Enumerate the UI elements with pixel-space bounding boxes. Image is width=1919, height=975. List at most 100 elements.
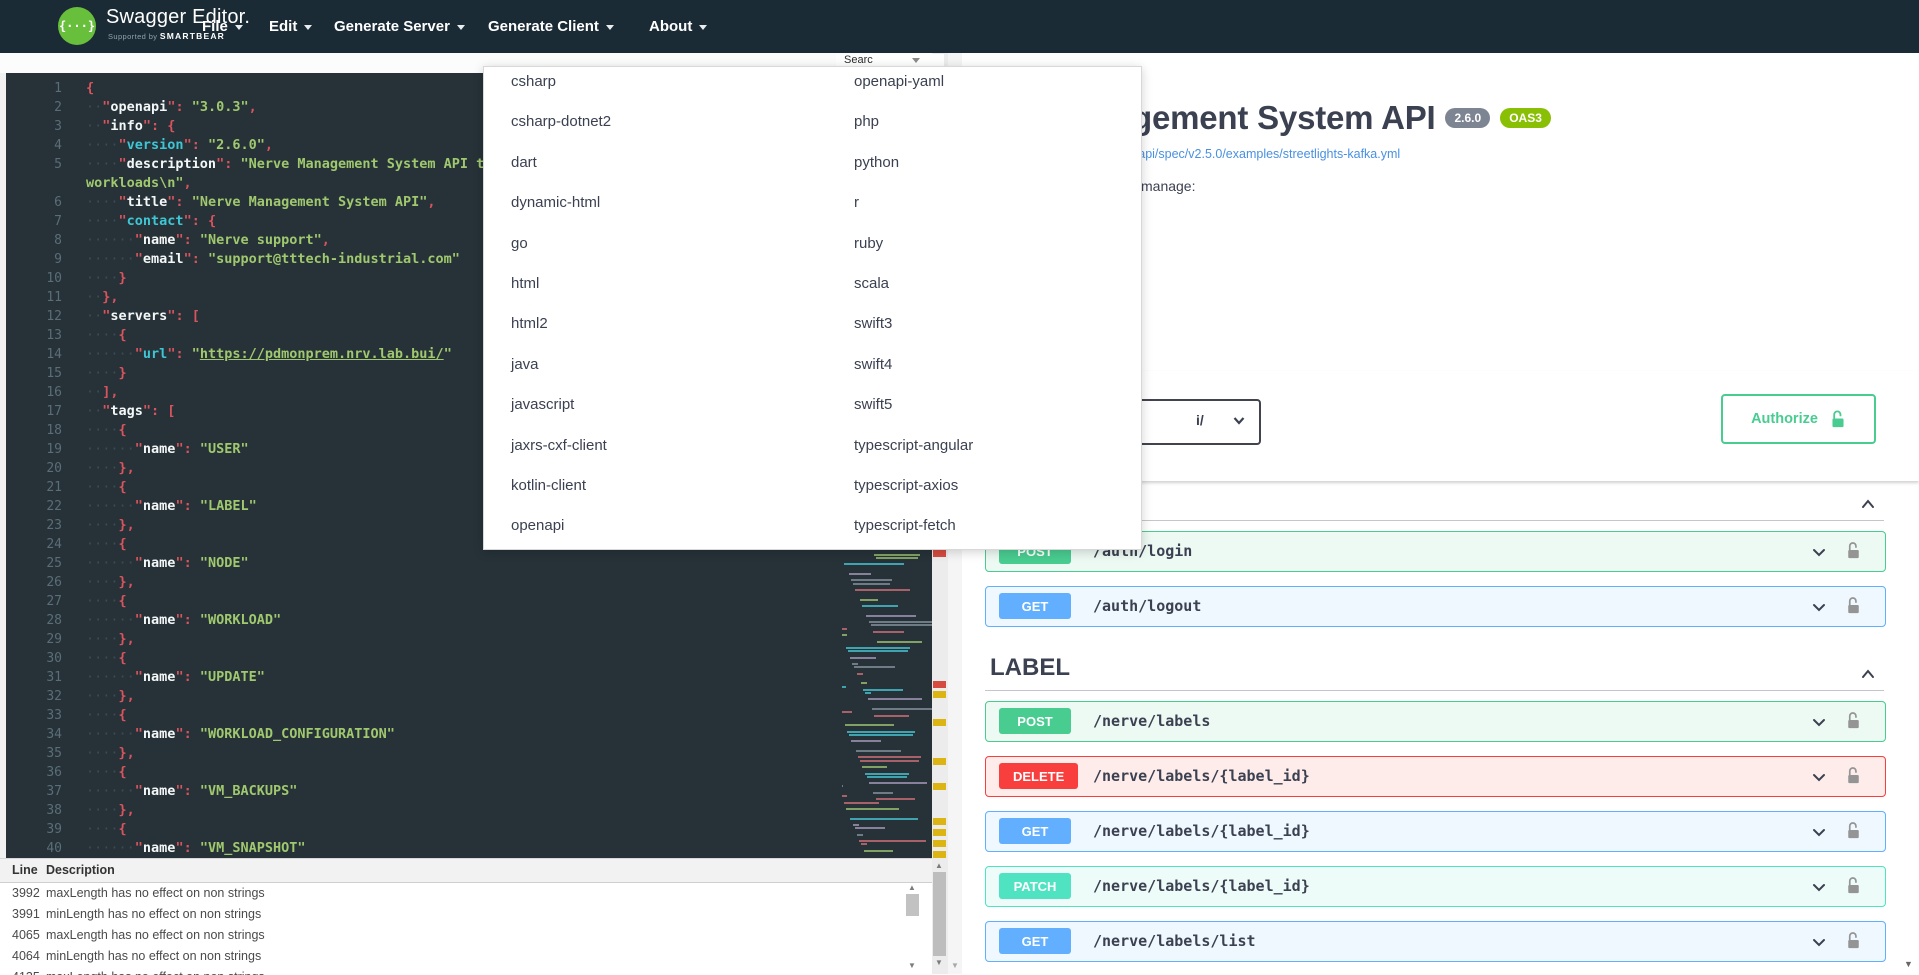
operation-row[interactable]: PATCH/nerve/labels/{label_id} xyxy=(985,866,1886,907)
code-line[interactable]: ····{ xyxy=(86,763,127,782)
menu-item-openapi[interactable]: openapi xyxy=(511,506,811,546)
operation-row[interactable]: POST/nerve/labels xyxy=(985,701,1886,742)
menu-item-r[interactable]: r xyxy=(854,183,1154,223)
menu-about[interactable]: About xyxy=(649,0,707,53)
chevron-down-icon[interactable] xyxy=(1809,712,1829,732)
warning-marker[interactable] xyxy=(933,691,946,698)
menu-item-kotlin-client[interactable]: kotlin-client xyxy=(511,466,811,506)
chevron-down-icon[interactable] xyxy=(1809,767,1829,787)
code-line[interactable]: ····{ xyxy=(86,478,127,497)
error-scrollbar-thumb[interactable] xyxy=(906,894,919,916)
code-line[interactable]: ····{ xyxy=(86,535,127,554)
code-line[interactable]: ··}, xyxy=(86,288,119,307)
warning-marker[interactable] xyxy=(933,851,946,858)
code-line[interactable]: ······"name": "WORKLOAD" xyxy=(86,611,281,630)
chevron-up-icon[interactable] xyxy=(1858,664,1878,684)
auth-lock-button[interactable] xyxy=(1846,820,1861,846)
menu-item-ruby[interactable]: ruby xyxy=(854,224,1154,264)
code-line[interactable]: ····}, xyxy=(86,744,135,763)
error-row[interactable]: 3991minLength has no effect on non strin… xyxy=(0,907,900,928)
menu-item-jaxrs-cxf-client[interactable]: jaxrs-cxf-client xyxy=(511,426,811,466)
menu-item-swift4[interactable]: swift4 xyxy=(854,345,1154,385)
auth-lock-button[interactable] xyxy=(1846,540,1861,566)
code-line[interactable]: ····"title": "Nerve Management System AP… xyxy=(86,193,436,212)
code-line[interactable]: ····}, xyxy=(86,573,135,592)
menu-item-typescript-angular[interactable]: typescript-angular xyxy=(854,426,1154,466)
operation-row[interactable]: GET/nerve/labels/{label_id} xyxy=(985,811,1886,852)
chevron-down-icon[interactable] xyxy=(1809,542,1829,562)
code-line[interactable]: ······"name": "WORKLOAD_CONFIGURATION" xyxy=(86,725,395,744)
menu-item-typescript-fetch[interactable]: typescript-fetch xyxy=(854,506,1154,546)
menu-item-php[interactable]: php xyxy=(854,102,1154,142)
menu-item-dart[interactable]: dart xyxy=(511,143,811,183)
warning-marker[interactable] xyxy=(933,829,946,836)
code-line[interactable]: ······"email": "support@tttech-industria… xyxy=(86,250,460,269)
code-line[interactable]: ····}, xyxy=(86,516,135,535)
menu-item-typescript-axios[interactable]: typescript-axios xyxy=(854,466,1154,506)
chevron-down-icon[interactable] xyxy=(1809,877,1829,897)
error-row[interactable]: 4135maxLength has no effect on non strin… xyxy=(0,970,900,975)
menu-generate-server[interactable]: Generate Server xyxy=(334,0,465,53)
code-line[interactable]: ······"name": "UPDATE" xyxy=(86,668,265,687)
code-line[interactable]: ····{ xyxy=(86,706,127,725)
code-line[interactable]: ····"version": "2.6.0", xyxy=(86,136,273,155)
auth-lock-button[interactable] xyxy=(1846,595,1861,621)
warning-marker[interactable] xyxy=(933,758,946,765)
menu-item-java[interactable]: java xyxy=(511,345,811,385)
error-row[interactable]: 4064minLength has no effect on non strin… xyxy=(0,949,900,970)
code-line[interactable]: ··], xyxy=(86,383,119,402)
chevron-up-icon[interactable] xyxy=(1858,494,1878,514)
auth-lock-button[interactable] xyxy=(1846,765,1861,791)
code-line[interactable]: ··"openapi": "3.0.3", xyxy=(86,98,257,117)
code-line[interactable]: ······"name": "VM_BACKUPS" xyxy=(86,782,297,801)
scroll-down-icon[interactable]: ▼ xyxy=(908,962,916,970)
operation-row[interactable]: GET/auth/logout xyxy=(985,586,1886,627)
authorize-button[interactable]: Authorize xyxy=(1721,394,1876,444)
code-line[interactable]: ····{ xyxy=(86,326,127,345)
code-line[interactable]: ····} xyxy=(86,364,127,383)
code-line[interactable]: { xyxy=(86,79,94,98)
warning-marker[interactable] xyxy=(933,818,946,825)
auth-lock-button[interactable] xyxy=(1846,930,1861,956)
menu-item-html2[interactable]: html2 xyxy=(511,304,811,344)
menu-item-csharp[interactable]: csharp xyxy=(511,62,811,102)
code-line[interactable]: ····}, xyxy=(86,801,135,820)
code-line[interactable]: ····} xyxy=(86,269,127,288)
code-line[interactable]: ··"tags": [ xyxy=(86,402,175,421)
code-line[interactable]: ······"name": "NODE" xyxy=(86,554,249,573)
chevron-down-icon[interactable] xyxy=(1809,932,1829,952)
menu-item-html[interactable]: html xyxy=(511,264,811,304)
error-row[interactable]: 3992maxLength has no effect on non strin… xyxy=(0,886,900,907)
code-line[interactable]: workloads\n", xyxy=(86,174,192,193)
chevron-down-icon[interactable] xyxy=(1809,597,1829,617)
menu-item-csharp-dotnet2[interactable]: csharp-dotnet2 xyxy=(511,102,811,142)
code-line[interactable]: ··"servers": [ xyxy=(86,307,200,326)
menu-file[interactable]: File xyxy=(202,0,243,53)
code-line[interactable]: ····{ xyxy=(86,421,127,440)
menu-item-python[interactable]: python xyxy=(854,143,1154,183)
code-line[interactable]: ······"name": "VM_SNAPSHOT" xyxy=(86,839,306,858)
operation-row[interactable]: DELETE/nerve/labels/{label_id} xyxy=(985,756,1886,797)
menu-item-dynamic-html[interactable]: dynamic-html xyxy=(511,183,811,223)
menu-item-scala[interactable]: scala xyxy=(854,264,1154,304)
window-scroll-down-icon[interactable]: ▼ xyxy=(1904,959,1913,969)
error-row[interactable]: 4065maxLength has no effect on non strin… xyxy=(0,928,900,949)
auth-lock-button[interactable] xyxy=(1846,710,1861,736)
scroll-down-icon[interactable]: ▼ xyxy=(951,962,959,970)
scroll-up-icon[interactable]: ▲ xyxy=(935,862,943,870)
section-header-label[interactable]: LABEL xyxy=(985,641,1884,691)
chevron-down-icon[interactable] xyxy=(1809,822,1829,842)
code-line[interactable]: ····}, xyxy=(86,459,135,478)
menu-item-go[interactable]: go xyxy=(511,224,811,264)
code-line[interactable]: ····{ xyxy=(86,820,127,839)
code-line[interactable]: ······"name": "Nerve support", xyxy=(86,231,330,250)
warning-marker[interactable] xyxy=(933,840,946,847)
operation-row[interactable]: GET/nerve/labels/list xyxy=(985,921,1886,962)
spec-url-link[interactable]: capi/spec/v2.5.0/examples/streetlights-k… xyxy=(1132,147,1400,161)
scroll-down-icon[interactable]: ▼ xyxy=(935,959,943,967)
code-line[interactable]: ····{ xyxy=(86,649,127,668)
scrollbar-thumb[interactable] xyxy=(933,872,946,956)
error-marker[interactable] xyxy=(933,550,946,557)
menu-generate-client[interactable]: Generate Client xyxy=(488,0,614,53)
menu-item-swift5[interactable]: swift5 xyxy=(854,385,1154,425)
